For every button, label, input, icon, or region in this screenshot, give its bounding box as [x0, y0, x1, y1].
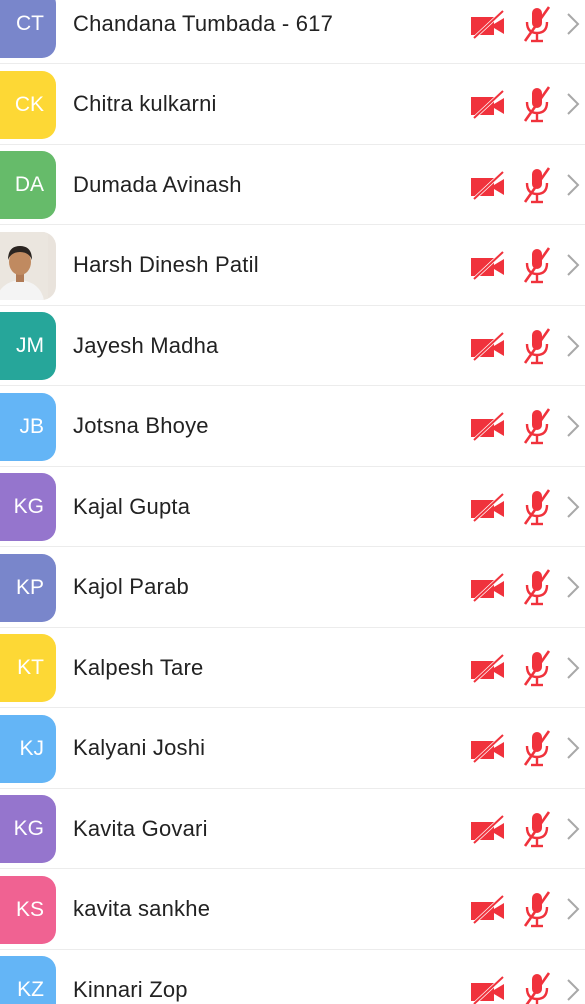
- participant-name: Kajal Gupta: [73, 493, 191, 519]
- video-off-icon[interactable]: [470, 814, 508, 844]
- video-off-icon[interactable]: [470, 9, 508, 39]
- avatar: KP: [0, 553, 56, 622]
- participant-name: kavita sankhe: [73, 896, 211, 921]
- participant-name: Kalpesh Tare: [73, 654, 204, 680]
- avatar: DA: [0, 151, 56, 219]
- video-off-icon[interactable]: [470, 89, 508, 119]
- participant-name: Kalyani Joshi: [73, 735, 206, 760]
- avatar: KZ: [0, 956, 56, 1004]
- chevron-right-icon[interactable]: [565, 11, 581, 37]
- participant-row[interactable]: KJ Kalyani Joshi: [0, 709, 585, 789]
- mic-off-icon[interactable]: [520, 326, 554, 366]
- participant-row[interactable]: KG Kajal Gupta: [0, 467, 585, 547]
- chevron-right-icon[interactable]: [565, 816, 581, 842]
- mic-off-icon[interactable]: [520, 84, 554, 124]
- avatar-initials: KZ: [17, 978, 44, 1001]
- participant-name: Jotsna Bhoye: [73, 413, 209, 438]
- mic-off-icon[interactable]: [520, 809, 554, 849]
- video-off-icon[interactable]: [470, 492, 508, 522]
- avatar: KG: [0, 795, 56, 863]
- participant-row[interactable]: KT Kalpesh Tare: [0, 628, 585, 708]
- chevron-right-icon[interactable]: [565, 172, 581, 198]
- avatar-initials: KJ: [19, 736, 44, 760]
- chevron-right-icon[interactable]: [565, 655, 581, 681]
- avatar: CT: [0, 0, 56, 58]
- chevron-right-icon[interactable]: [565, 252, 581, 278]
- mic-off-icon[interactable]: [520, 728, 554, 768]
- profile-photo: [0, 231, 48, 300]
- video-off-icon[interactable]: [470, 733, 508, 763]
- mic-off-icon[interactable]: [520, 487, 554, 527]
- chevron-right-icon[interactable]: [565, 494, 581, 520]
- chevron-right-icon[interactable]: [565, 333, 581, 359]
- avatar: KJ: [0, 714, 56, 783]
- avatar: KG: [0, 473, 56, 541]
- video-off-icon[interactable]: [470, 411, 508, 441]
- participant-row[interactable]: Harsh Dinesh Patil: [0, 226, 585, 306]
- chevron-right-icon[interactable]: [565, 91, 581, 117]
- mic-off-icon[interactable]: [520, 406, 554, 446]
- participant-row[interactable]: JB Jotsna Bhoye: [0, 387, 585, 467]
- video-off-icon[interactable]: [470, 250, 508, 280]
- participant-row[interactable]: CT Chandana Tumbada - 617: [0, 0, 585, 64]
- avatar-initials: JB: [19, 414, 44, 438]
- mic-off-icon[interactable]: [520, 648, 554, 688]
- chevron-right-icon[interactable]: [565, 413, 581, 439]
- video-off-icon[interactable]: [470, 572, 508, 602]
- video-off-icon[interactable]: [470, 331, 508, 361]
- avatar-initials: KG: [13, 817, 44, 840]
- participants-list: CT Chandana Tumbada - 617 CK Chitra kulkarn…: [0, 0, 585, 1004]
- avatar-initials: KT: [17, 656, 44, 679]
- participant-row[interactable]: KP Kajol Parab: [0, 548, 585, 628]
- mic-off-icon[interactable]: [520, 165, 554, 205]
- avatar: CK: [0, 70, 56, 139]
- participant-row[interactable]: KG Kavita Govari: [0, 789, 585, 869]
- avatar-initials: KS: [15, 897, 44, 921]
- participant-name: Kinnari Zop: [73, 976, 188, 1002]
- mic-off-icon[interactable]: [520, 245, 554, 285]
- avatar-initials: CT: [16, 12, 44, 35]
- chevron-right-icon[interactable]: [565, 574, 581, 600]
- participant-row[interactable]: DA Dumada Avinash: [0, 145, 585, 225]
- mic-off-icon[interactable]: [520, 889, 554, 929]
- chevron-right-icon[interactable]: [565, 735, 581, 761]
- avatar-initials: JM: [16, 334, 44, 357]
- mic-off-icon[interactable]: [520, 567, 554, 607]
- avatar: JB: [0, 392, 56, 461]
- avatar: JM: [0, 312, 56, 380]
- video-off-icon[interactable]: [470, 975, 508, 1004]
- participant-row[interactable]: KZ Kinnari Zop: [0, 950, 585, 1004]
- avatar: KT: [0, 634, 56, 702]
- avatar-initials: CK: [14, 92, 44, 116]
- participant-row[interactable]: KS kavita sankhe: [0, 870, 585, 950]
- mic-off-icon[interactable]: [520, 4, 554, 44]
- avatar-initials: DA: [14, 173, 44, 196]
- participant-name: Dumada Avinash: [73, 171, 242, 197]
- participant-name: Jayesh Madha: [73, 332, 219, 358]
- participant-row[interactable]: JM Jayesh Madha: [0, 306, 585, 386]
- participant-name: Chitra kulkarni: [73, 91, 217, 116]
- avatar: [0, 231, 56, 300]
- participant-name: Kajol Parab: [73, 574, 189, 599]
- avatar-initials: KP: [15, 575, 44, 599]
- participant-row[interactable]: CK Chitra kulkarni: [0, 65, 585, 145]
- mic-off-icon[interactable]: [520, 970, 554, 1004]
- avatar-initials: KG: [13, 495, 44, 518]
- participant-name: Chandana Tumbada - 617: [73, 10, 334, 36]
- avatar: KS: [0, 875, 56, 944]
- video-off-icon[interactable]: [470, 653, 508, 683]
- participant-name: Harsh Dinesh Patil: [73, 252, 259, 277]
- chevron-right-icon[interactable]: [565, 896, 581, 922]
- video-off-icon[interactable]: [470, 170, 508, 200]
- video-off-icon[interactable]: [470, 894, 508, 924]
- participant-name: Kavita Govari: [73, 815, 208, 841]
- chevron-right-icon[interactable]: [565, 977, 581, 1003]
